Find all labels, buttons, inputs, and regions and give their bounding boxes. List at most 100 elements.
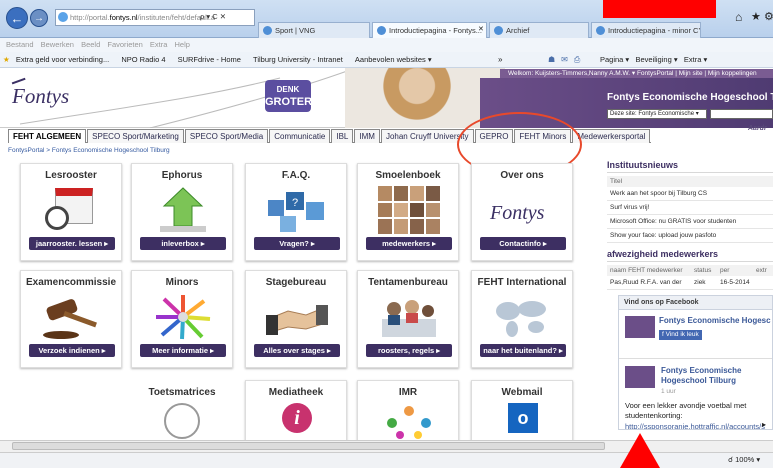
fb-like-label: Vind ik leuk (665, 331, 699, 338)
menu-help[interactable]: Help (175, 40, 190, 49)
col-naam[interactable]: naam FEHT medewerker (610, 267, 694, 274)
fb-post-time: 1 uur (661, 388, 676, 395)
tile-tentamenbureau[interactable]: Tentamenbureau roosters, regels ▸ (357, 270, 459, 368)
tile-ephorus[interactable]: Ephorus inleverbox ▸ (131, 163, 233, 261)
fav-item[interactable]: NPO Radio 4 (121, 55, 165, 64)
tile-smoelenboek[interactable]: Smoelenboek medewerkers ▸ (357, 163, 459, 261)
alles-over-stages-button[interactable]: Alles over stages ▸ (254, 344, 340, 357)
ephorus-button[interactable]: inleverbox ▸ (140, 237, 226, 250)
denk-line: DENK (276, 85, 300, 94)
back-button[interactable]: ← (6, 7, 28, 29)
tile-minors[interactable]: Minors Meer informatie ▸ (131, 270, 233, 368)
nav-tab-speco-media[interactable]: SPECO Sport/Media (184, 129, 269, 143)
tile-feht-international[interactable]: FEHT International naar het buitenland? … (471, 270, 573, 368)
tile-toetsmatrices[interactable]: Toetsmatrices (131, 380, 233, 442)
nav-tab-speco-marketing[interactable]: SPECO Sport/Marketing (87, 129, 184, 143)
news-item[interactable]: Werk aan het spoor bij Tilburg CS (607, 187, 773, 201)
cmd-pagina[interactable]: Pagina ▾ (600, 55, 629, 64)
contactinfo-button[interactable]: Contactinfo ▸ (480, 237, 566, 250)
forward-button[interactable]: → (30, 9, 48, 27)
tile-webmail[interactable]: Webmail o (471, 380, 573, 442)
fav-item[interactable]: Aanbevolen websites ▾ (355, 55, 432, 64)
tile-imr[interactable]: IMR (357, 380, 459, 442)
favorites-star-icon[interactable]: ★ (751, 10, 761, 23)
tile-title: Lesrooster (45, 170, 97, 181)
nav-tab-imm[interactable]: IMM (354, 129, 380, 143)
menu-bestand[interactable]: Bestand (6, 40, 34, 49)
nav-tab-ibl[interactable]: IBL (331, 129, 354, 143)
nav-tab-medewerkersportal[interactable]: Medewerkersportal (572, 129, 651, 143)
verzoek-indienen-button[interactable]: Verzoek indienen ▸ (29, 344, 115, 357)
lesrooster-button[interactable]: jaarrooster. lessen ▸ (29, 237, 115, 250)
facebook-header: Vind ons op Facebook (619, 296, 772, 310)
settings-gear-icon[interactable]: ⚙ (764, 10, 773, 23)
scrollbar-thumb[interactable] (12, 442, 605, 450)
nav-tab-communicatie[interactable]: Communicatie (269, 129, 331, 143)
menu-beeld[interactable]: Beeld (81, 40, 100, 49)
tile-stagebureau[interactable]: Stagebureau Alles over stages ▸ (245, 270, 347, 368)
fav-item[interactable]: Tilburg University - Intranet (253, 55, 343, 64)
tile-title: Minors (165, 277, 199, 288)
cmd-extra[interactable]: Extra ▾ (684, 55, 707, 64)
smoelenboek-button[interactable]: medewerkers ▸ (366, 237, 452, 250)
fav-item[interactable]: Extra geld voor verbinding... (16, 55, 109, 64)
search-input[interactable] (710, 109, 773, 119)
fb-post-thumbnail[interactable] (625, 366, 655, 388)
favorites-overflow-chevron[interactable]: » (498, 55, 502, 64)
favorites-star-icon[interactable]: ★ (3, 55, 10, 64)
col-per[interactable]: per (720, 267, 756, 274)
svg-text:?: ? (292, 197, 298, 209)
nav-tab-feht-algemeen[interactable]: FEHT ALGEMEEN (8, 129, 87, 143)
buitenland-button[interactable]: naar het buitenland? ▸ (480, 344, 566, 357)
search-scope-select[interactable]: Deze site: Fontys Economische ▾ (607, 109, 707, 119)
news-header: Instituutsnieuws (607, 160, 773, 173)
command-bar: Pagina ▾ Beveiliging ▾ Extra ▾ (600, 55, 707, 64)
menu-extra[interactable]: Extra (150, 40, 168, 49)
tile-title: Toetsmatrices (148, 387, 216, 398)
fontys-logo-tile: Fontys (490, 202, 545, 224)
fb-page-name[interactable]: Fontys Economische Hogeschool Tilburg (659, 316, 771, 326)
tile-lesrooster[interactable]: Lesrooster jaarrooster. lessen ▸ (20, 163, 122, 261)
fontys-logo[interactable]: Fontys (12, 84, 69, 109)
cmd-beveiliging[interactable]: Beveiliging ▾ (635, 55, 677, 64)
news-item[interactable]: Surf virus vrij! (607, 201, 773, 215)
tile-over-ons[interactable]: Over ons Fontys Contactinfo ▸ (471, 163, 573, 261)
news-item[interactable]: Microsoft Office: nu GRATIS voor student… (607, 215, 773, 229)
fav-item[interactable]: SURFdrive - Home (178, 55, 241, 64)
breadcrumb[interactable]: FontysPortal > Fontys Economische Hogesc… (8, 147, 170, 154)
home-icon[interactable]: ⌂ (735, 10, 742, 24)
tab-sport-vng[interactable]: Sport | VNG (258, 22, 370, 38)
tab-introductiepagina-minor[interactable]: Introductiepagina - minor CY... (591, 22, 701, 38)
address-controls[interactable]: ρ ▾ C ✕ (200, 12, 226, 21)
tab-label: Introductiepagina - Fontys... (389, 26, 482, 35)
scroll-right-arrow-icon[interactable]: ▸ (762, 420, 766, 429)
meer-informatie-button[interactable]: Meer informatie ▸ (140, 344, 226, 357)
tab-label: Sport | VNG (275, 26, 316, 35)
welcome-bar[interactable]: Welkom: Kuijsters-Timmers,Nanny A.M.W. ▾… (500, 69, 773, 78)
col-extr[interactable]: extr (756, 267, 767, 274)
news-item[interactable]: Show your face: upload jouw pasfoto (607, 229, 773, 243)
faq-button[interactable]: Vragen? ▸ (254, 237, 340, 250)
tile-examencommissie[interactable]: Examencommissie Verzoek indienen ▸ (20, 270, 122, 368)
command-icons[interactable]: ☗✉⎙ (548, 55, 586, 65)
tile-mediatheek[interactable]: Mediatheek i (245, 380, 347, 442)
tab-introductiepagina-fontys[interactable]: Introductiepagina - Fontys... (372, 22, 487, 38)
tile-faq[interactable]: F.A.Q. ? Vragen? ▸ (245, 163, 347, 261)
gavel-icon (41, 293, 103, 341)
fb-page-thumbnail[interactable] (625, 316, 655, 338)
tab-archief[interactable]: Archief (489, 22, 589, 38)
tab-label: Introductiepagina - minor CY... (608, 26, 701, 35)
roosters-regels-button[interactable]: roosters, regels ▸ (366, 344, 452, 357)
faces-grid-icon (378, 186, 440, 234)
menu-favorieten[interactable]: Favorieten (107, 40, 142, 49)
fb-post-page[interactable]: Fontys Economische Hogeschool Tilburg (661, 366, 769, 386)
fb-like-button[interactable]: f Vind ik leuk (659, 330, 702, 340)
menu-bar: Bestand Bewerken Beeld Favorieten Extra … (0, 38, 773, 52)
zoom-level[interactable]: ☌ 100% ▾ (728, 455, 760, 464)
col-status[interactable]: status (694, 267, 720, 274)
tab-label: Archief (506, 26, 530, 35)
site-title: Fontys Economische Hogeschool Tilburg (607, 92, 773, 103)
menu-bewerken[interactable]: Bewerken (41, 40, 74, 49)
tab-close-icon[interactable]: ✕ (478, 25, 484, 33)
exam-students-icon (378, 293, 440, 341)
